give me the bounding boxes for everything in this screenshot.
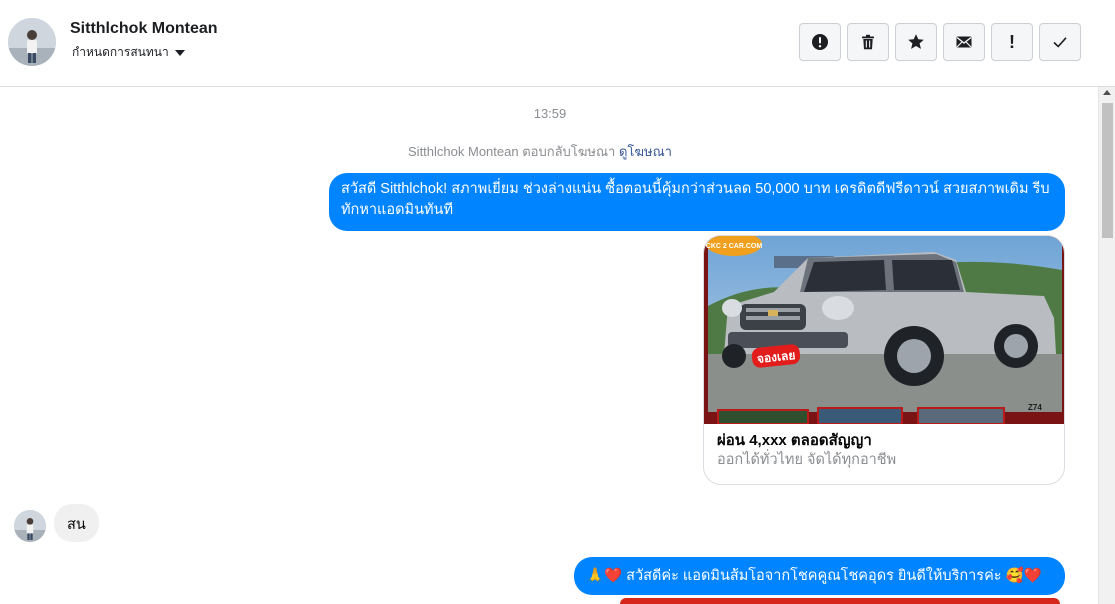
incoming-message: สน bbox=[54, 504, 99, 542]
person-photo-icon bbox=[14, 510, 46, 542]
exclamation-icon: ! bbox=[1009, 32, 1015, 52]
outgoing-message: 🙏❤️ สวัสดีค่ะ แอดมินส้มโอจากโชคคูณโชคอุด… bbox=[574, 557, 1065, 595]
contact-avatar[interactable] bbox=[8, 18, 56, 66]
conversation-toolbar: ! bbox=[799, 23, 1081, 61]
contact-name: Sitthlchok Montean bbox=[70, 20, 218, 37]
outgoing-message: สวัสดี Sitthlchok! สภาพเยี่ยม ช่วงล่างแน… bbox=[329, 173, 1065, 231]
star-button[interactable] bbox=[895, 23, 937, 61]
trash-icon bbox=[862, 34, 874, 50]
ad-reply-note: Sitthlchok Montean ตอบกลับโฆษณา ดูโฆษณา bbox=[0, 141, 1080, 162]
ad-card[interactable]: CKC 2 CAR.COM จองเลย Z74 ผ่อน 4,xxx ตลอด… bbox=[703, 235, 1065, 485]
mark-done-button[interactable] bbox=[1039, 23, 1081, 61]
scroll-thumb[interactable] bbox=[1102, 103, 1113, 238]
mark-spam-button[interactable] bbox=[799, 23, 841, 61]
thread-scrollbar[interactable] bbox=[1098, 87, 1115, 604]
ad-logo-text: CKC 2 CAR.COM bbox=[706, 243, 763, 250]
caret-down-icon bbox=[174, 50, 185, 56]
person-photo-icon bbox=[8, 18, 56, 66]
alert-circle-icon bbox=[812, 34, 828, 50]
next-ad-image-preview bbox=[620, 598, 1060, 604]
conversation-settings-dropdown[interactable]: กำหนดการสนทนา bbox=[72, 43, 185, 62]
conversation-header: Sitthlchok Montean กำหนดการสนทนา ! bbox=[0, 0, 1115, 87]
ad-card-subtitle: ออกได้ทั่วไทย จัดได้ทุกอาชีพ bbox=[717, 452, 897, 468]
star-icon bbox=[908, 34, 924, 49]
ad-car-image: CKC 2 CAR.COM จองเลย Z74 bbox=[704, 236, 1064, 424]
delete-button[interactable] bbox=[847, 23, 889, 61]
message-timestamp: 13:59 bbox=[533, 106, 567, 121]
envelope-icon bbox=[956, 36, 972, 48]
conversation-settings-label: กำหนดการสนทนา bbox=[72, 45, 169, 59]
scroll-up-arrow-icon[interactable] bbox=[1103, 90, 1111, 95]
mark-unread-button[interactable] bbox=[943, 23, 985, 61]
ad-image-code: Z74 bbox=[1028, 403, 1042, 412]
ad-reply-note-text: Sitthlchok Montean ตอบกลับโฆษณา bbox=[408, 144, 616, 159]
checkmark-icon bbox=[1053, 37, 1067, 48]
sender-avatar[interactable] bbox=[14, 510, 46, 542]
view-ad-link[interactable]: ดูโฆษณา bbox=[619, 144, 672, 159]
follow-up-button[interactable]: ! bbox=[991, 23, 1033, 61]
